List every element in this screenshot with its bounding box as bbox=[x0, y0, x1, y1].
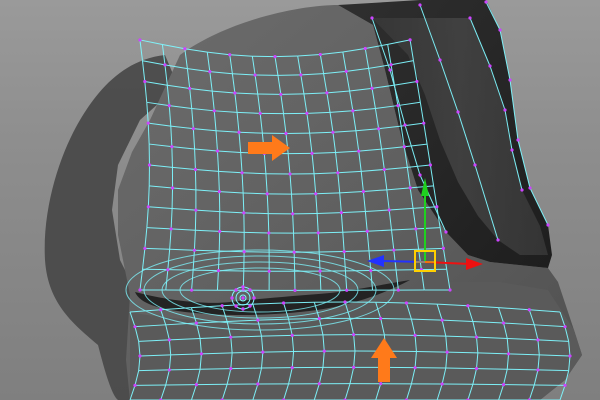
maya-3d-viewport[interactable] bbox=[0, 0, 600, 400]
viewport-scene[interactable] bbox=[0, 0, 600, 400]
